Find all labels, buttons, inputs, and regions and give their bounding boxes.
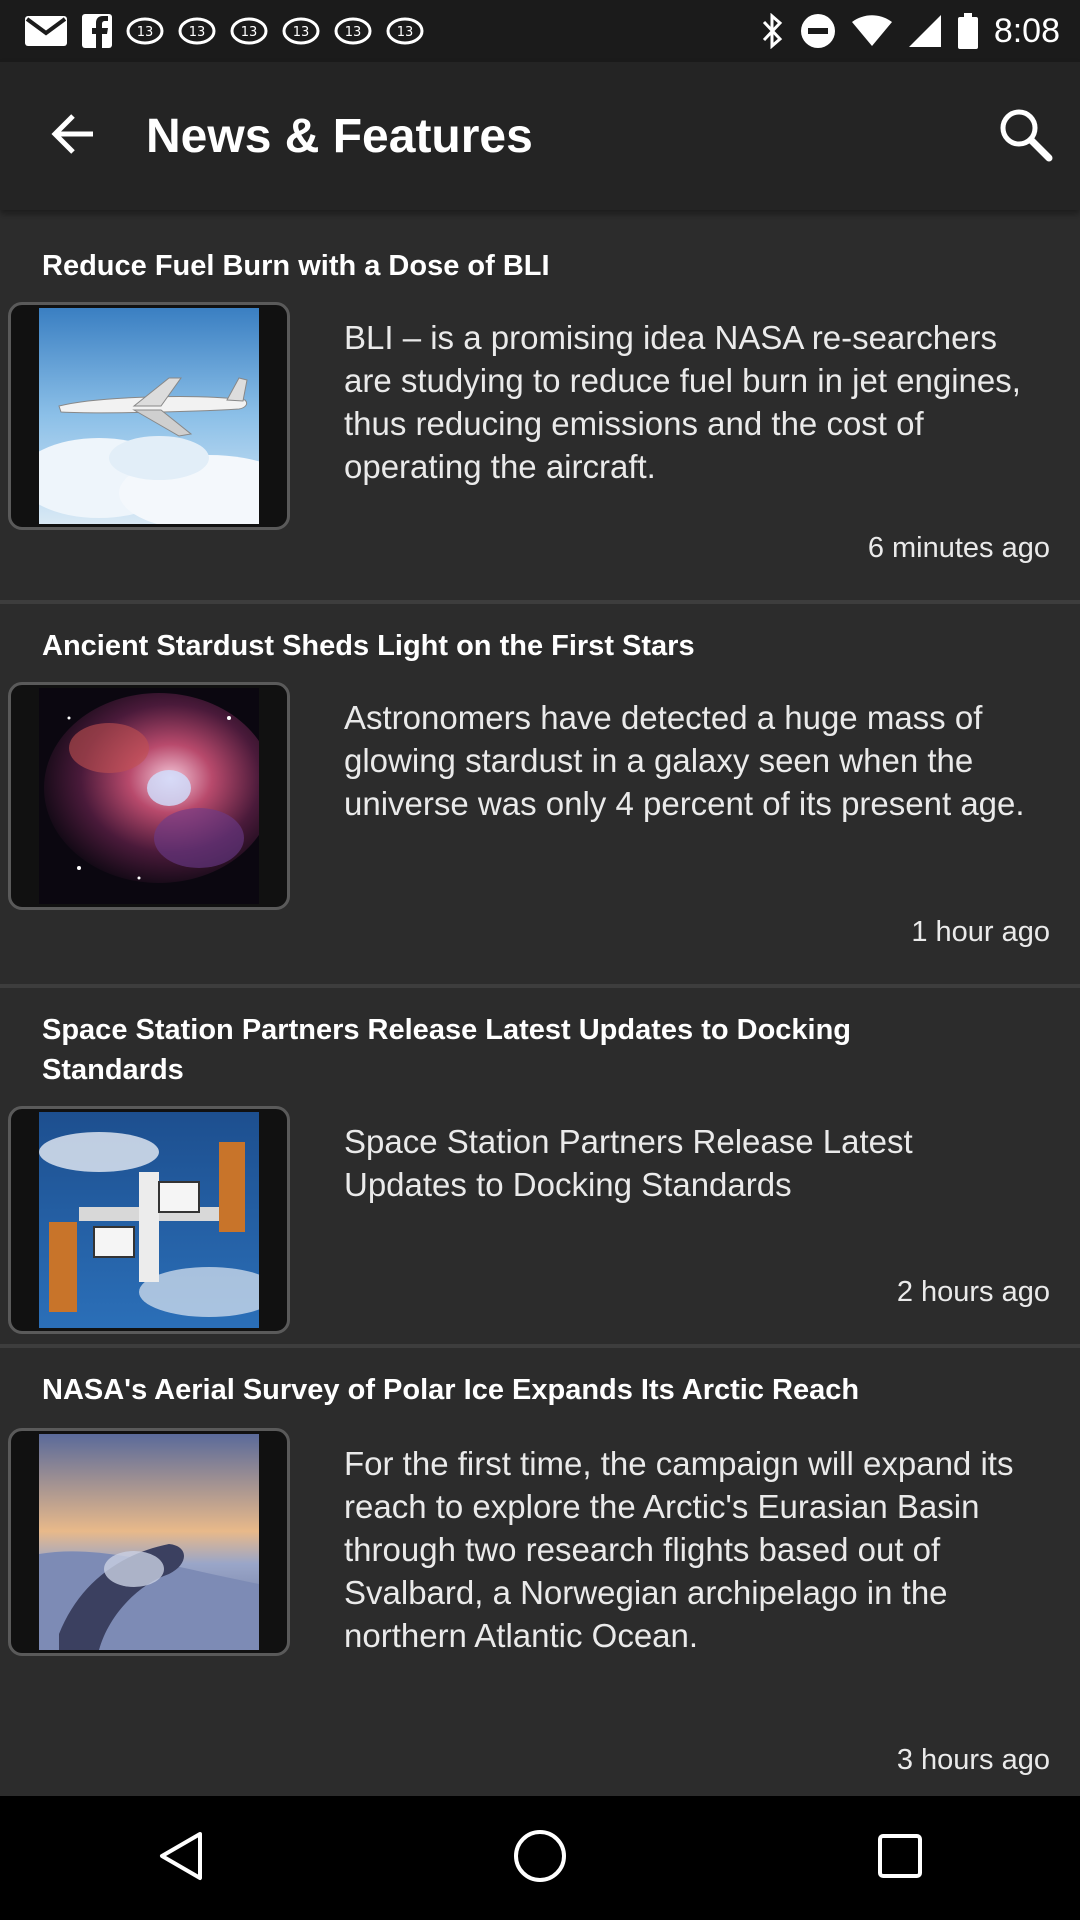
article-description: Space Station Partners Release Latest Up… [344, 1123, 913, 1203]
carrier-13-icon: 13 [230, 17, 268, 45]
wifi-icon [851, 15, 892, 47]
status-bar: 13 13 13 13 13 13 8:08 [0, 0, 1080, 62]
article-card[interactable]: Ancient Stardust Sheds Light on the Firs… [0, 604, 1080, 988]
home-circle-icon [512, 1828, 568, 1889]
article-description: For the first time, the campaign will ex… [344, 1445, 1014, 1654]
article-timestamp: 1 hour ago [911, 916, 1050, 948]
nebula-image [39, 688, 259, 904]
search-icon [997, 106, 1053, 167]
carrier-13-icon: 13 [334, 17, 372, 45]
carrier-13-icon: 13 [282, 17, 320, 45]
nav-back-button[interactable] [100, 1796, 260, 1920]
nav-recents-button[interactable] [820, 1796, 980, 1920]
article-title[interactable]: Reduce Fuel Burn with a Dose of BLI [42, 246, 970, 286]
page-title: News & Features [146, 109, 533, 163]
svg-text:13: 13 [397, 25, 414, 40]
bluetooth-icon [762, 13, 784, 49]
article-description: Astronomers have detected a huge mass of… [344, 699, 1025, 822]
status-time: 8:08 [993, 11, 1060, 50]
recents-square-icon [876, 1832, 924, 1885]
status-notifications: 13 13 13 13 13 13 [24, 14, 424, 48]
app-bar: News & Features [0, 62, 1080, 210]
carrier-13-icon: 13 [126, 17, 164, 45]
search-button[interactable] [970, 62, 1080, 210]
article-title[interactable]: Ancient Stardust Sheds Light on the Firs… [42, 626, 970, 666]
article-timestamp: 2 hours ago [896, 1276, 1050, 1308]
mail-icon [24, 15, 68, 47]
arrow-back-icon [51, 113, 95, 159]
svg-text:13: 13 [137, 25, 154, 40]
article-thumbnail[interactable] [8, 1106, 290, 1334]
back-triangle-icon [156, 1830, 204, 1887]
article-title[interactable]: Space Station Partners Release Latest Up… [42, 1010, 970, 1090]
article-thumbnail[interactable] [8, 1428, 290, 1656]
article-thumbnail[interactable] [8, 302, 290, 530]
system-nav-bar [0, 1796, 1080, 1920]
article-card[interactable]: Reduce Fuel Burn with a Dose of BLI BLI … [0, 220, 1080, 604]
svg-text:13: 13 [241, 25, 258, 40]
article-card[interactable]: NASA's Aerial Survey of Polar Ice Expand… [0, 1348, 1080, 1804]
carrier-13-icon: 13 [178, 17, 216, 45]
article-card[interactable]: Space Station Partners Release Latest Up… [0, 988, 1080, 1348]
status-system: 8:08 [762, 12, 1060, 51]
carrier-13-icon: 13 [386, 17, 424, 45]
space-station-image [39, 1112, 259, 1328]
svg-text:13: 13 [189, 25, 206, 40]
facebook-icon [82, 14, 112, 48]
svg-text:13: 13 [293, 25, 310, 40]
news-feed[interactable]: Reduce Fuel Burn with a Dose of BLI BLI … [0, 220, 1080, 1804]
svg-text:13: 13 [345, 25, 362, 40]
article-timestamp: 3 hours ago [896, 1744, 1050, 1776]
dnd-icon [800, 13, 836, 49]
article-description: BLI – is a promising idea NASA re-search… [344, 319, 1021, 485]
signal-icon [908, 14, 942, 48]
article-thumbnail[interactable] [8, 682, 290, 910]
article-title[interactable]: NASA's Aerial Survey of Polar Ice Expand… [42, 1370, 970, 1410]
aircraft-wing-image [39, 1434, 259, 1650]
nav-home-button[interactable] [460, 1796, 620, 1920]
back-button[interactable] [0, 62, 146, 210]
airplane-image [39, 308, 259, 524]
article-timestamp: 6 minutes ago [867, 532, 1050, 564]
battery-icon [957, 13, 978, 49]
